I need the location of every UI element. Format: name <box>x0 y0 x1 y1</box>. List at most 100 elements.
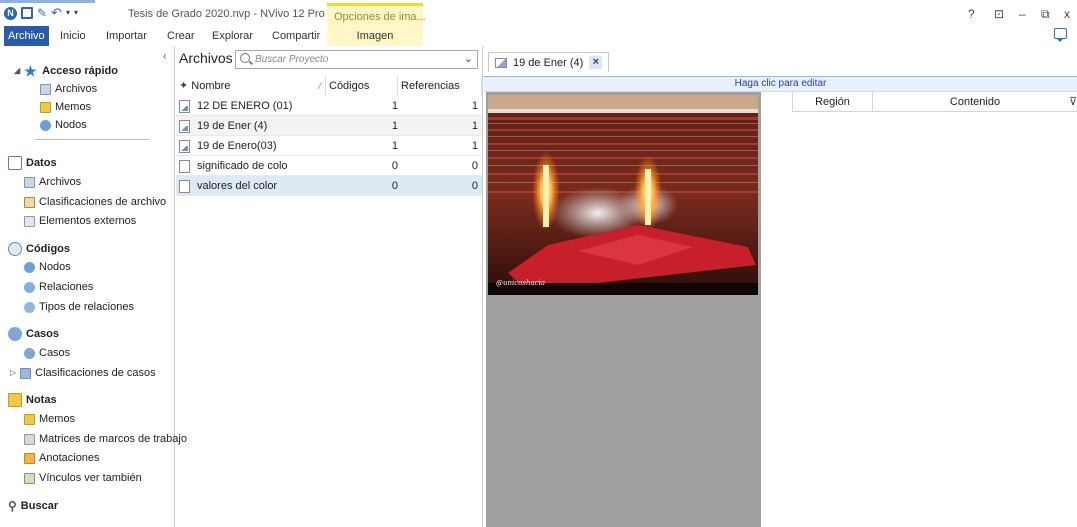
relationship-type-icon <box>24 301 35 313</box>
minimize-button[interactable]: – <box>1019 7 1026 21</box>
column-header-region[interactable]: Región <box>792 92 872 112</box>
row-name: 19 de Ener (4) <box>197 120 268 132</box>
nav-section-codigos[interactable]: Códigos <box>8 241 70 257</box>
notes-icon <box>8 393 22 407</box>
nav-item-label: Anotaciones <box>39 452 100 464</box>
tab-importar[interactable]: Importar <box>106 26 147 46</box>
tab-inicio[interactable]: Inicio <box>60 26 86 46</box>
data-table-icon <box>8 156 22 170</box>
chevron-down-icon[interactable]: ⌄ <box>464 52 473 65</box>
column-header-referencias[interactable]: Referencias <box>398 76 482 96</box>
nav-section-notas[interactable]: Notas <box>8 392 57 408</box>
nav-matrices[interactable]: Matrices de marcos de trabajo <box>24 431 187 447</box>
filter-icon[interactable]: ⊽ <box>1069 95 1077 108</box>
close-icon[interactable]: × <box>589 56 603 69</box>
image-file-icon <box>179 120 190 133</box>
collapse-nav-icon[interactable]: ‹ <box>163 51 166 62</box>
ribbon-tabs: Archivo Inicio Importar Crear Explorar C… <box>0 26 1077 46</box>
nav-datos-archivos[interactable]: Archivos <box>24 174 81 190</box>
tab-compartir[interactable]: Compartir <box>272 26 320 46</box>
table-row[interactable]: 19 de Enero(03) 1 1 <box>176 136 482 156</box>
row-refs: 1 <box>471 100 478 112</box>
nav-item-label: Tipos de relaciones <box>39 301 134 313</box>
nav-nodos[interactable]: Nodos <box>24 259 71 275</box>
nav-item-label: Clasificaciones de archivo <box>39 196 167 208</box>
help-button[interactable]: ? <box>968 7 975 21</box>
save-icon[interactable] <box>21 7 33 19</box>
nav-item-label: Archivos <box>39 176 82 188</box>
row-refs: 1 <box>471 120 478 132</box>
pin-icon: ✦ <box>179 80 189 92</box>
nav-section-label: Casos <box>26 328 60 340</box>
quick-access-toolbar: N ✎ ↶ ▾ ▾ <box>4 6 78 20</box>
document-file-icon <box>179 160 190 173</box>
nav-tipos-relaciones[interactable]: Tipos de relaciones <box>24 299 134 315</box>
ribbon-display-button[interactable]: ⊡ <box>994 7 1004 21</box>
table-row[interactable]: valores del color 0 0 <box>176 176 482 196</box>
nav-elementos-externos[interactable]: Elementos externos <box>24 213 136 229</box>
file-classification-icon <box>24 196 35 208</box>
nav-clasificaciones-casos[interactable]: ▷ Clasificaciones de casos <box>10 365 156 381</box>
nav-memos[interactable]: Memos <box>24 411 75 427</box>
expand-arrow-icon[interactable]: ▷ <box>10 365 16 381</box>
row-codes: 0 <box>391 160 398 172</box>
row-codes: 1 <box>391 120 398 132</box>
nav-vinculos[interactable]: Vínculos ver también <box>24 470 142 486</box>
expand-arrow-icon[interactable]: ◢ <box>14 63 20 79</box>
detail-tab-19-de-ener-4[interactable]: 19 de Ener (4) × <box>488 52 610 72</box>
window-title: Tesis de Grado 2020.nvp - NVivo 12 Pro <box>128 8 325 20</box>
tab-imagen[interactable]: Imagen <box>327 26 423 46</box>
comments-icon[interactable] <box>1054 28 1067 42</box>
close-window-button[interactable]: x <box>1064 7 1070 21</box>
tab-crear[interactable]: Crear <box>167 26 195 46</box>
codes-icon <box>8 242 22 256</box>
edit-pen-icon[interactable]: ✎ <box>37 6 47 20</box>
tab-archivo[interactable]: Archivo <box>4 26 49 46</box>
customize-toolbar-icon[interactable]: ▾ <box>74 6 78 20</box>
image-file-icon <box>179 100 190 113</box>
search-icon <box>240 53 250 63</box>
search-project-box[interactable]: Buscar Proyecto ⌄ <box>235 50 478 69</box>
nav-anotaciones[interactable]: Anotaciones <box>24 450 100 466</box>
nav-quick-access-label: Acceso rápido <box>42 65 118 77</box>
column-header-codigos[interactable]: Códigos <box>326 76 398 96</box>
photo-watermark: @unicoshacia <box>496 279 545 287</box>
nav-quick-nodos[interactable]: Nodos <box>40 117 87 133</box>
title-accent-line <box>0 0 95 3</box>
nav-section-label: Notas <box>26 394 57 406</box>
nav-section-datos[interactable]: Datos <box>8 155 57 171</box>
nav-section-label: Datos <box>26 157 57 169</box>
nav-section-label: Buscar <box>20 500 59 512</box>
row-codes: 1 <box>391 100 398 112</box>
table-row[interactable]: significado de colo 0 0 <box>176 156 482 176</box>
nav-item-label: Vínculos ver también <box>39 472 142 484</box>
nav-buscar[interactable]: ⚲ Buscar <box>8 498 58 514</box>
annotation-icon <box>24 452 35 464</box>
files-icon <box>40 83 51 95</box>
row-name: significado de colo <box>197 160 288 172</box>
list-title: Archivos <box>179 50 233 66</box>
nav-section-casos[interactable]: Casos <box>8 326 59 342</box>
nav-quick-archivos[interactable]: Archivos <box>40 81 97 97</box>
nav-item-label: Nodos <box>39 261 71 273</box>
nav-relaciones[interactable]: Relaciones <box>24 279 93 295</box>
row-codes: 1 <box>391 140 398 152</box>
row-refs: 1 <box>471 140 478 152</box>
nav-quick-access[interactable]: ◢ ★ Acceso rápido <box>14 63 118 79</box>
nav-clasificaciones-archivo[interactable]: Clasificaciones de archivo <box>24 194 166 210</box>
nvivo-logo-icon[interactable]: N <box>4 6 17 20</box>
table-row[interactable]: 19 de Ener (4) 1 1 <box>176 116 482 136</box>
table-row[interactable]: 12 DE ENERO (01) 1 1 <box>176 96 482 116</box>
column-header-contenido[interactable]: Contenido <box>872 92 1077 112</box>
nav-casos[interactable]: Casos <box>24 345 70 361</box>
restore-button[interactable]: ⧉ <box>1041 7 1050 22</box>
click-to-edit-bar[interactable]: Haga clic para editar <box>484 76 1077 92</box>
column-header-nombre[interactable]: ✦ Nombre ⁄ <box>176 76 326 96</box>
node-icon <box>24 261 35 273</box>
undo-dropdown-icon[interactable]: ▾ <box>66 6 70 20</box>
tab-explorar[interactable]: Explorar <box>212 26 253 46</box>
stadium-photo[interactable]: @unicoshacia <box>488 95 758 295</box>
undo-icon[interactable]: ↶ <box>51 6 62 20</box>
nav-quick-memos[interactable]: Memos <box>40 99 91 115</box>
stadium-photo-graphic: @unicoshacia <box>488 95 758 295</box>
